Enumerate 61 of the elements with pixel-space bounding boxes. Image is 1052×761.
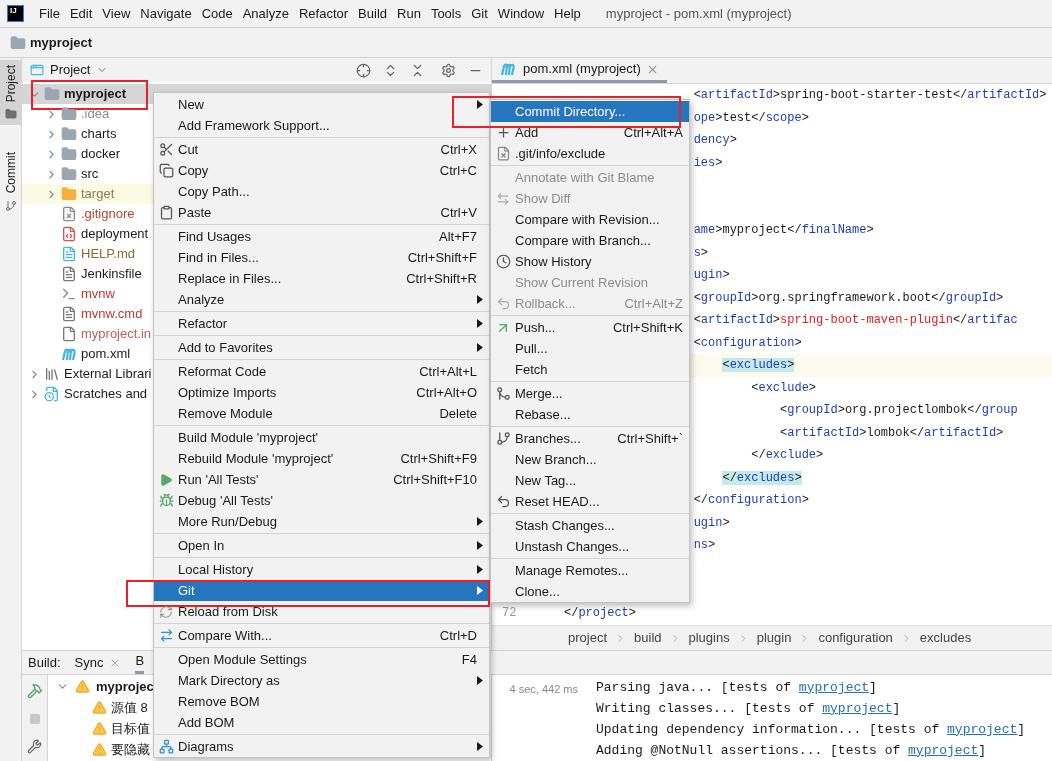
tree-item-label: pom.xml [81,345,131,364]
tree-item-label: Scratches and [64,385,148,404]
shortcut-label: Ctrl+C [439,161,477,180]
tree-item-label: HELP.md [81,245,135,264]
tree-item-label: Jenkinsfile [81,265,142,284]
code-line: </exclude> [751,447,824,465]
code-line: </configuration> [693,492,809,510]
tree-item-label: src [81,165,99,184]
tab-label: pom.xml (myproject) [523,60,641,79]
shortcut-label: Ctrl+Shift+R [406,269,477,288]
shortcut-label: Ctrl+V [440,203,477,222]
app-logo: IJ [7,5,24,22]
shortcut-label: Ctrl+Alt+A [623,123,683,142]
shortcut-label: Ctrl+Shift+F9 [400,449,477,468]
code-line: <artifactId>spring-boot-maven-plugin</artifac [693,312,1018,330]
code-line: dency> [693,132,737,150]
code-line: <configuration> [693,334,802,352]
console-line: Writing classes... [tests of myproject] [596,698,1026,719]
shortcut-label: Ctrl+Alt+O [416,383,477,402]
shortcut-label: Ctrl+Shift+` [617,429,683,448]
code-line: <groupId>org.springframework.boot</groupId> [693,289,1004,307]
shortcut-label: F4 [461,650,477,669]
console-line: Parsing java... [tests of myproject] [596,677,1026,698]
tree-item-label: mvnw [81,285,115,304]
code-line: <artifactId>spring-boot-starter-test</artifactId> [693,87,1047,105]
tree-item-label: .idea [81,105,110,124]
window-title: myproject - pom.xml (myproject) [605,4,792,23]
code-line: ns> [693,537,716,555]
console-line: Adding @NotNull assertions... [tests of myproject] [596,740,1026,761]
code-line: ugin> [693,514,730,532]
code-line: ope>test</scope> [693,109,809,127]
tree-item-label: External Librari [64,365,152,384]
shortcut-label: Ctrl+Alt+L [419,362,477,381]
console-line: Updating dependency information... [tests of myproject] [596,719,1026,740]
shortcut-label: Alt+F7 [439,227,477,246]
shortcut-label: Ctrl+X [440,140,477,159]
code-line: </project> [564,604,637,622]
shortcut-label: Ctrl+Shift+F [407,248,477,267]
tree-item-label: target [81,185,115,204]
tree-item-label: myproject [64,85,127,104]
code-line: <exclude> [751,379,817,397]
panel-title: Build: [28,653,61,672]
code-line: <groupId>org.projectlombok</group [780,402,1018,420]
duration-label: 4 sec, 442 ms [509,683,578,695]
tree-item-label: .gitignore [81,205,135,224]
shortcut-label: Ctrl+Shift+K [612,318,683,337]
line-number: 72 [502,604,517,622]
shortcut-label: Ctrl+D [439,626,477,645]
code-line: ame>myproject</finalName> [693,222,874,240]
code-line: ugin> [693,267,730,285]
shortcut-label: Delete [439,404,477,423]
tree-item-label: docker [81,145,121,164]
tree-item-label: charts [81,125,117,144]
shortcut-label: Ctrl+Shift+F10 [393,470,477,489]
code-line: <artifactId>lombok</artifactId> [780,424,1004,442]
code-line: s> [693,244,709,262]
code-line: ies> [693,154,723,172]
tree-item-label: myproject.in [81,325,152,344]
tree-item-label: deployment [81,225,149,244]
tree-item-label: mvnw.cmd [81,305,143,324]
shortcut-label: Ctrl+Alt+Z [624,294,683,313]
